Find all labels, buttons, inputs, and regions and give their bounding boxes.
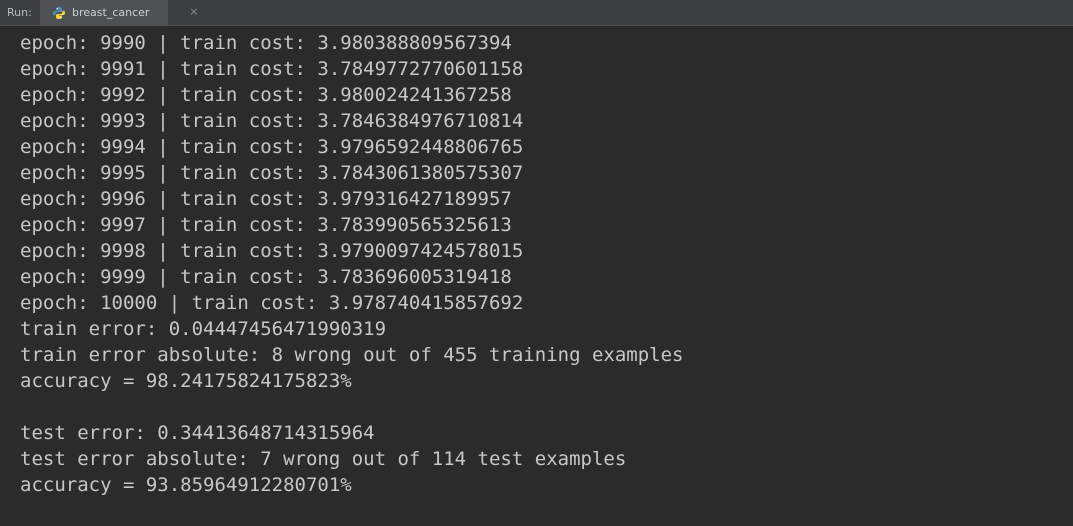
run-tab-breast-cancer[interactable]: breast_cancer × bbox=[40, 0, 199, 26]
console-output[interactable]: epoch: 9990 | train cost: 3.980388809567… bbox=[20, 30, 1065, 520]
console-line: epoch: 9999 | train cost: 3.783696005319… bbox=[20, 266, 512, 288]
console-line: epoch: 9998 | train cost: 3.979009742457… bbox=[20, 240, 524, 262]
console-line: epoch: 10000 | train cost: 3.97874041585… bbox=[20, 292, 524, 314]
console-line: test error absolute: 7 wrong out of 114 … bbox=[20, 448, 627, 470]
console-line: epoch: 9992 | train cost: 3.980024241367… bbox=[20, 84, 512, 106]
console-line: epoch: 9996 | train cost: 3.979316427189… bbox=[20, 188, 512, 210]
console-line: accuracy = 93.85964912280701% bbox=[20, 474, 352, 496]
run-tool-window: Run: breast_cancer × epoch: 9990 | train… bbox=[0, 0, 1073, 526]
run-label: Run: bbox=[7, 6, 32, 19]
console-line: epoch: 9995 | train cost: 3.784306138057… bbox=[20, 162, 524, 184]
console-line: epoch: 9997 | train cost: 3.783990565325… bbox=[20, 214, 512, 236]
console-line: train error: 0.04447456471990319 bbox=[20, 318, 387, 340]
run-toolbar: Run: breast_cancer × bbox=[0, 0, 1073, 26]
console-line: epoch: 9993 | train cost: 3.784638497671… bbox=[20, 110, 524, 132]
console-line: accuracy = 98.24175824175823% bbox=[20, 370, 352, 392]
console-line: train error absolute: 8 wrong out of 455… bbox=[20, 344, 684, 366]
console-line: epoch: 9990 | train cost: 3.980388809567… bbox=[20, 32, 512, 54]
console-line: epoch: 9994 | train cost: 3.979659244880… bbox=[20, 136, 524, 158]
console-line: test error: 0.34413648714315964 bbox=[20, 422, 375, 444]
tab-label: breast_cancer bbox=[72, 6, 150, 19]
console-line: epoch: 9991 | train cost: 3.784977277060… bbox=[20, 58, 524, 80]
close-icon[interactable]: × bbox=[188, 6, 200, 18]
python-icon bbox=[53, 7, 65, 19]
